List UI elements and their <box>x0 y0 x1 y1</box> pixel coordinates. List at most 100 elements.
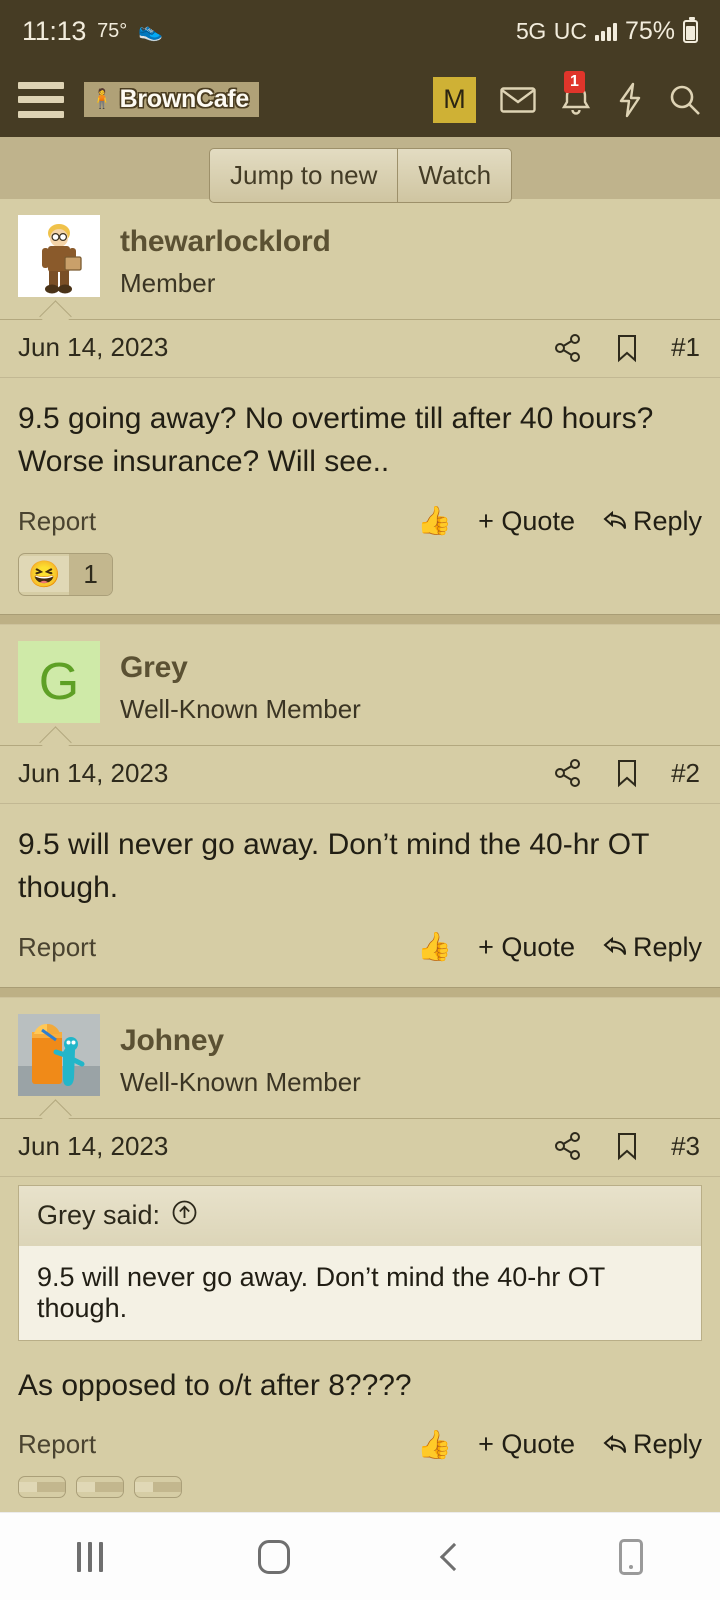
post-body: 9.5 going away? No overtime till after 4… <box>18 402 654 478</box>
reaction-count <box>37 1482 65 1493</box>
quote-attribution-row: Grey said: <box>19 1185 701 1246</box>
alerts-count-badge: 1 <box>564 70 585 93</box>
post-caret-divider <box>0 1117 720 1119</box>
reply-label: Reply <box>632 931 702 962</box>
post-item: G Grey Well-Known Member Jun 14, 2023 #2… <box>0 624 720 987</box>
post-username[interactable]: Grey <box>120 651 361 685</box>
share-icon[interactable] <box>553 333 583 363</box>
app-header: 🧍 BrownCafe M 1 <box>0 62 720 137</box>
report-button[interactable]: Report <box>18 1429 96 1460</box>
post-date[interactable]: Jun 14, 2023 <box>18 758 168 789</box>
profile-avatar-button[interactable]: M <box>433 76 476 123</box>
watch-button[interactable]: Watch <box>397 149 511 202</box>
network-suffix: UC <box>553 17 587 44</box>
reply-button[interactable]: Reply <box>601 1429 702 1460</box>
reaction-badge[interactable]: 😆 1 <box>18 552 113 596</box>
reaction-count: 1 <box>69 553 112 595</box>
network-type: 5G <box>516 17 546 44</box>
post-number[interactable]: #2 <box>671 758 700 789</box>
reaction-emoji <box>19 1482 37 1493</box>
post-caret-divider <box>0 744 720 746</box>
post-action-row: Report 👍 + Quote Reply <box>0 1415 720 1470</box>
lightning-bolt-icon[interactable] <box>616 82 644 118</box>
quote-text: 9.5 will never go away. Don’t mind the 4… <box>19 1245 701 1340</box>
post-action-row: Report 👍 + Quote Reply <box>0 918 720 973</box>
post-bottom-space <box>0 973 720 987</box>
post-meta-icons: #2 <box>553 758 700 789</box>
thumbs-up-icon[interactable]: 👍 <box>417 507 452 535</box>
recents-icon[interactable] <box>77 1541 104 1572</box>
logo-text: BrownCafe <box>119 85 250 113</box>
battery-icon <box>683 16 698 43</box>
avatar[interactable]: G <box>18 640 100 723</box>
thread-top-actions: Jump to new Watch <box>0 137 720 203</box>
avatar[interactable] <box>18 215 100 297</box>
post-username[interactable]: Johney <box>120 1024 361 1058</box>
post-date[interactable]: Jun 14, 2023 <box>18 1131 168 1162</box>
logo-figure-icon: 🧍 <box>90 89 114 110</box>
step-tracker-icon: 👟 <box>138 20 164 42</box>
reaction-emoji <box>135 1482 153 1493</box>
quote-button[interactable]: + Quote <box>478 932 575 963</box>
inbox-icon[interactable] <box>500 86 536 114</box>
report-button[interactable]: Report <box>18 932 96 963</box>
quote-button[interactable]: + Quote <box>478 1429 575 1460</box>
post-meta-row: Jun 14, 2023 #3 <box>0 1119 720 1177</box>
post-user-row: thewarlocklord Member <box>0 199 720 319</box>
status-temperature: 75° <box>97 19 128 42</box>
reaction-emoji <box>77 1482 95 1493</box>
post-body: As opposed to o/t after 8???? <box>18 1368 412 1402</box>
bookmark-icon[interactable] <box>615 758 639 788</box>
post-action-row: Report 👍 + Quote Reply <box>0 492 720 547</box>
post-meta-icons: #1 <box>553 332 700 363</box>
reply-button[interactable]: Reply <box>601 506 702 537</box>
post-reactions: 😆 1 <box>0 547 720 614</box>
share-icon[interactable] <box>553 1131 583 1161</box>
reaction-badge[interactable] <box>18 1476 66 1499</box>
phone-screen: 11:13 75° 👟 5G UC 75% 🧍 BrownCafe M 1 Ju… <box>0 0 720 1600</box>
screenshot-icon[interactable] <box>618 1538 643 1575</box>
post-action-group: 👍 + Quote Reply <box>417 506 702 537</box>
search-icon[interactable] <box>668 83 702 117</box>
post-meta-icons: #3 <box>553 1131 700 1162</box>
status-time: 11:13 <box>22 15 87 46</box>
status-bar-left: 11:13 75° 👟 <box>22 16 163 47</box>
post-user-info: Grey Well-Known Member <box>120 641 361 725</box>
back-icon[interactable] <box>440 1542 469 1571</box>
share-icon[interactable] <box>553 758 583 788</box>
up-arrow-circle-icon[interactable] <box>171 1199 198 1233</box>
post-body: 9.5 will never go away. Don’t mind the 4… <box>18 827 649 904</box>
bookmark-icon[interactable] <box>615 333 639 363</box>
quote-attribution: Grey said: <box>37 1200 161 1231</box>
thumbs-up-icon[interactable]: 👍 <box>417 933 452 961</box>
post-number[interactable]: #3 <box>671 1131 700 1162</box>
thumbs-up-icon[interactable]: 👍 <box>417 1430 452 1459</box>
post-action-group: 👍 + Quote Reply <box>417 1429 702 1460</box>
home-icon[interactable] <box>257 1539 290 1574</box>
post-item: thewarlocklord Member Jun 14, 2023 #1 9.… <box>0 199 720 614</box>
quote-button[interactable]: + Quote <box>478 506 575 537</box>
jump-to-new-button[interactable]: Jump to new <box>210 149 397 202</box>
battery-percent: 75% <box>624 16 675 45</box>
android-nav-bar <box>0 1512 720 1600</box>
reaction-badge[interactable] <box>134 1476 182 1499</box>
post-user-row: Johney Well-Known Member <box>0 998 720 1118</box>
site-logo[interactable]: 🧍 BrownCafe <box>84 82 259 117</box>
post-username[interactable]: thewarlocklord <box>120 225 331 259</box>
status-bar: 11:13 75° 👟 5G UC 75% <box>0 0 720 62</box>
bookmark-icon[interactable] <box>615 1131 639 1161</box>
reply-label: Reply <box>632 505 702 536</box>
alerts-icon[interactable]: 1 <box>560 70 592 117</box>
post-user-row: G Grey Well-Known Member <box>0 625 720 745</box>
reaction-badge[interactable] <box>76 1476 124 1499</box>
avatar[interactable] <box>18 1013 100 1096</box>
report-button[interactable]: Report <box>18 506 96 537</box>
reply-button[interactable]: Reply <box>601 932 702 963</box>
post-caret-divider <box>0 319 720 320</box>
post-user-title: Well-Known Member <box>120 693 361 724</box>
post-date[interactable]: Jun 14, 2023 <box>18 332 168 363</box>
post-number[interactable]: #1 <box>671 332 700 363</box>
reply-label: Reply <box>632 1429 702 1460</box>
hamburger-menu-icon[interactable] <box>18 81 64 118</box>
post-user-title: Well-Known Member <box>120 1066 361 1097</box>
